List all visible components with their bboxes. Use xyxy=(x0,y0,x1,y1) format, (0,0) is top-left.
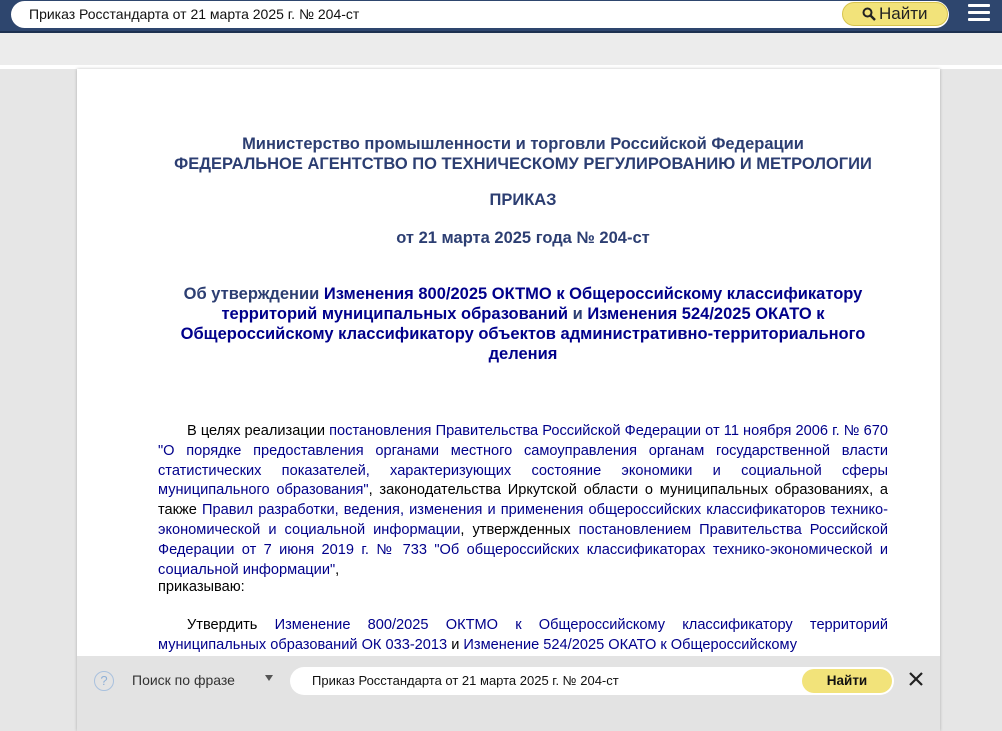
ministry-name: Министерство промышленности и торговли Р… xyxy=(242,135,804,153)
link-change-okato[interactable]: Изменение 524/2025 ОКАТО к Общероссийско… xyxy=(463,637,797,653)
order-subject: Об утверждении Изменения 800/2025 ОКТМО … xyxy=(158,284,888,364)
chevron-down-icon[interactable] xyxy=(265,675,273,681)
text-fragment: и xyxy=(447,636,464,653)
find-button[interactable]: Найти xyxy=(802,669,892,693)
order-title: ПРИКАЗ xyxy=(489,191,557,209)
paragraph-order: приказываю: xyxy=(158,579,245,595)
top-search-input[interactable]: Приказ Росстандарта от 21 марта 2025 г. … xyxy=(11,1,949,28)
top-search-button-label: Найти xyxy=(879,4,928,23)
text-fragment: , xyxy=(335,561,340,578)
agency-name: ФЕДЕРАЛЬНОЕ АГЕНТСТВО ПО ТЕХНИЧЕСКОМУ РЕ… xyxy=(174,155,872,173)
search-mode-select[interactable]: Поиск по фразе xyxy=(132,670,282,690)
text-fragment: В целях реализации xyxy=(187,423,330,439)
close-icon[interactable] xyxy=(908,671,924,687)
paragraph-preamble: В целях реализации постановления Правите… xyxy=(158,422,888,580)
order-date: от 21 марта 2025 года № 204-ст xyxy=(396,229,650,247)
top-search-button[interactable]: Найти xyxy=(842,2,948,26)
text-fragment: Утвердить xyxy=(187,617,275,633)
subject-and: и xyxy=(568,305,588,323)
help-icon[interactable]: ? xyxy=(94,671,114,691)
toolbar-strip xyxy=(0,33,1002,65)
paragraph-approve: Утвердить Изменение 800/2025 ОКТМО к Общ… xyxy=(158,616,888,656)
document-header: Министерство промышленности и торговли Р… xyxy=(158,134,888,174)
top-search-bar: Приказ Росстандарта от 21 марта 2025 г. … xyxy=(0,0,1002,33)
menu-icon[interactable] xyxy=(968,4,990,26)
text-fragment: , утвержденных xyxy=(460,521,579,538)
subject-prefix: Об утверждении xyxy=(183,285,324,303)
search-icon xyxy=(862,7,876,21)
find-bar: ? Поиск по фразе Приказ Росстандарта от … xyxy=(77,656,940,731)
document-page: Министерство промышленности и торговли Р… xyxy=(77,69,940,731)
